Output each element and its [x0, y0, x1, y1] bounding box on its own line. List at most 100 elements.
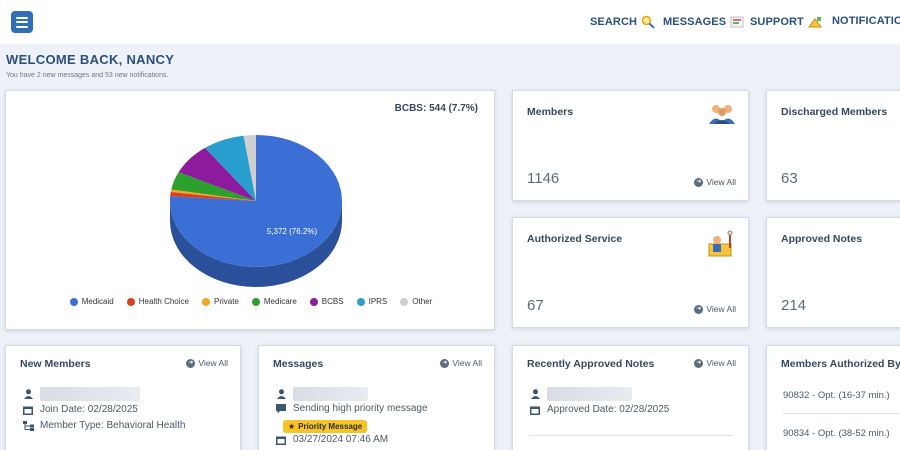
arrow-right-icon: ➜	[694, 358, 704, 368]
welcome-subtitle: You have 2 new messages and 53 new notif…	[6, 72, 169, 79]
legend-label: Health Choice	[138, 297, 189, 306]
note-member-row[interactable]	[529, 387, 632, 401]
priority-badge-label: Priority Message	[298, 422, 363, 431]
approved-date: Approved Date: 02/28/2025	[547, 404, 670, 415]
legend-label: Other	[412, 297, 433, 306]
calendar-icon	[529, 405, 541, 415]
authorized-service-card[interactable]: Authorized Service 67 ➜ View All	[512, 217, 749, 328]
user-icon	[22, 389, 34, 399]
recently-approved-notes-card: Recently Approved Notes ➜ View All Approv…	[512, 345, 749, 450]
legend-item-other[interactable]: Other	[400, 297, 432, 306]
pie-slice-value-label: 5,372 (76.2%)	[267, 227, 318, 236]
legend-label: Medicaid	[81, 297, 114, 306]
member-type-row: Member Type: Behavioral Health	[22, 420, 185, 431]
service-icon	[708, 230, 733, 257]
redacted-note-member	[547, 387, 632, 401]
calendar-icon	[275, 435, 287, 445]
member-name-row[interactable]	[22, 387, 140, 401]
nav-messages[interactable]: MESSAGES	[663, 15, 744, 29]
messages-card: Messages ➜ View All Sending high priority…	[258, 345, 495, 450]
nav-notifications[interactable]: NOTIFICATION	[832, 15, 900, 27]
legend-swatch	[400, 297, 409, 306]
members-title: Members	[527, 106, 574, 118]
authorized-view-all-link[interactable]: ➜ View All	[694, 304, 736, 314]
nav-search[interactable]: SEARCH	[590, 15, 655, 29]
join-date-row: Join Date: 02/28/2025	[22, 404, 138, 415]
message-text-row[interactable]: Sending high priority message	[275, 403, 428, 414]
new-members-card: New Members ➜ View All Join Date: 02/28/2…	[5, 345, 241, 450]
legend-swatch	[69, 297, 78, 306]
messages-view-all-link[interactable]: ➜ View All	[440, 358, 482, 368]
members-view-all-link[interactable]: ➜ View All	[694, 177, 736, 187]
pie-chart: 5,372 (76.2%)	[170, 135, 342, 287]
legend-swatch	[201, 297, 210, 306]
recent-notes-title: Recently Approved Notes	[527, 358, 655, 370]
nav-support[interactable]: SUPPORT	[750, 15, 823, 29]
legend-item-private[interactable]: Private	[201, 297, 239, 306]
arrow-right-icon: ➜	[694, 304, 704, 314]
arrow-right-icon: ➜	[186, 358, 196, 368]
members-authorized-by-card: Members Authorized By 90832 - Opt. (16-3…	[766, 345, 900, 450]
discharged-members-card[interactable]: Discharged Members 63	[766, 90, 900, 201]
legend-item-iprs[interactable]: IPRS	[356, 297, 387, 306]
messages-title: Messages	[273, 358, 324, 370]
message-date-row: 03/27/2024 07:46 AM	[275, 434, 388, 445]
nav-support-label: SUPPORT	[750, 16, 804, 28]
hamburger-menu-button[interactable]	[11, 11, 33, 33]
comment-icon	[275, 403, 287, 414]
approved-date-row: Approved Date: 02/28/2025	[529, 404, 669, 415]
legend-label: Medicare	[263, 297, 297, 306]
support-icon	[807, 17, 822, 28]
legend-swatch	[126, 297, 135, 306]
authorized-count: 67	[527, 297, 544, 314]
legend-label: Private	[213, 297, 239, 306]
nav-messages-label: MESSAGES	[663, 16, 727, 28]
arrow-right-icon: ➜	[440, 358, 450, 368]
view-all-label: View All	[706, 304, 736, 314]
view-all-label: View All	[706, 177, 736, 187]
divider	[529, 435, 732, 436]
members-by-payer-chart-card: BCBS: 544 (7.7%) 5,372 (76.2%) Medicaid H…	[5, 90, 495, 330]
new-members-view-all-link[interactable]: ➜ View All	[186, 358, 228, 368]
redacted-sender-name	[293, 387, 368, 401]
members-card[interactable]: Members 1146 ➜ View All	[512, 90, 749, 201]
message-sender-row[interactable]	[275, 387, 368, 401]
discharged-title: Discharged Members	[781, 106, 888, 118]
legend-swatch	[251, 297, 260, 306]
user-icon	[275, 389, 287, 399]
join-date: Join Date: 02/28/2025	[40, 404, 138, 415]
messages-icon	[730, 16, 744, 28]
view-all-label: View All	[706, 358, 736, 368]
top-bar: SEARCH MESSAGES SUPPORT NOTIFICATION	[0, 0, 900, 44]
authorized-item[interactable]: 90834 - Opt. (38-52 min.)	[783, 428, 890, 439]
star-icon: ★	[288, 422, 296, 431]
recent-notes-view-all-link[interactable]: ➜ View All	[694, 358, 736, 368]
discharged-count: 63	[781, 170, 798, 187]
user-icon	[529, 389, 541, 399]
legend-item-medicare[interactable]: Medicare	[251, 297, 297, 306]
nav-notifications-label: NOTIFICATION	[832, 15, 900, 27]
calendar-icon	[22, 405, 34, 415]
nav-search-label: SEARCH	[590, 16, 638, 28]
authorized-title: Authorized Service	[527, 233, 623, 245]
members-count: 1146	[527, 170, 560, 187]
legend-item-health-choice[interactable]: Health Choice	[126, 297, 189, 306]
approved-title: Approved Notes	[781, 233, 863, 245]
legend-swatch	[309, 297, 318, 306]
redacted-member-name	[40, 387, 140, 401]
view-all-label: View All	[452, 358, 482, 368]
chart-legend: Medicaid Health Choice Private Medicare BCBS…	[6, 297, 496, 306]
approved-count: 214	[781, 297, 807, 314]
legend-item-medicaid[interactable]: Medicaid	[69, 297, 114, 306]
legend-label: BCBS	[321, 297, 344, 306]
member-type: Member Type: Behavioral Health	[40, 420, 186, 431]
authorized-item[interactable]: 90832 - Opt. (16-37 min.)	[783, 390, 890, 401]
approved-notes-card[interactable]: Approved Notes 214	[766, 217, 900, 328]
legend-swatch	[356, 297, 365, 306]
sitemap-icon	[22, 420, 34, 431]
message-text: Sending high priority message	[293, 403, 428, 414]
magnifier-icon	[641, 15, 655, 29]
legend-item-bcbs[interactable]: BCBS	[309, 297, 344, 306]
welcome-title: WELCOME BACK, NANCY	[6, 52, 175, 67]
view-all-label: View All	[198, 358, 228, 368]
